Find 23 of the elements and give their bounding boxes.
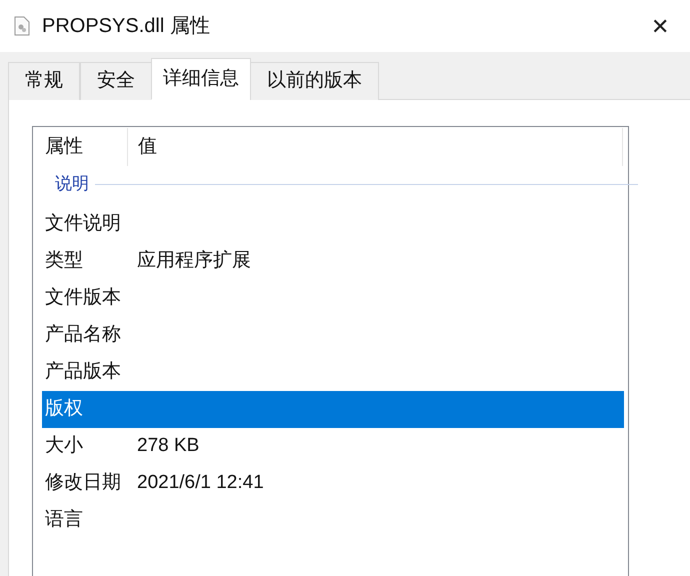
property-name: 产品名称 xyxy=(44,323,122,348)
close-button[interactable]: ✕ xyxy=(644,10,676,42)
window-title: PROPSYS.dll 属性 xyxy=(42,14,210,39)
property-value: 278 KB xyxy=(137,434,200,458)
property-name: 文件说明 xyxy=(44,212,122,236)
tab[interactable]: 常规 xyxy=(8,62,80,100)
property-value: 应用程序扩展 xyxy=(137,249,251,274)
property-name: 产品版本 xyxy=(44,360,122,384)
property-name: 大小 xyxy=(44,434,84,458)
property-value: 2021/6/1 12:41 xyxy=(137,471,264,496)
column-header[interactable]: 属性 xyxy=(33,128,128,166)
tab[interactable]: 以前的版本 xyxy=(250,62,379,100)
file-icon xyxy=(14,16,30,36)
property-name: 类型 xyxy=(44,249,84,274)
tab[interactable]: 安全 xyxy=(80,62,152,100)
table-row[interactable]: 版权 xyxy=(42,391,624,428)
property-name: 语言 xyxy=(44,508,84,532)
column-header[interactable]: 值 xyxy=(128,128,623,166)
group-header: 说明 xyxy=(55,173,89,196)
property-name: 文件版本 xyxy=(44,286,122,310)
property-name: 修改日期 xyxy=(44,471,122,496)
property-name: 版权 xyxy=(44,397,84,422)
tab[interactable]: 详细信息 xyxy=(151,58,251,100)
